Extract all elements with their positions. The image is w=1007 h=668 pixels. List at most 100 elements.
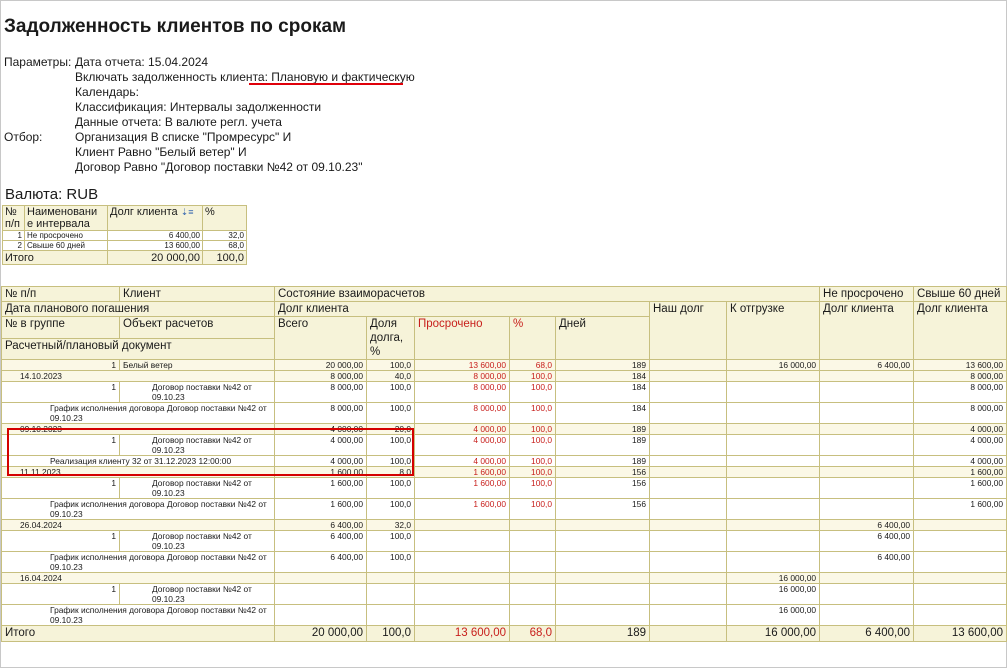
report-title: Задолженность клиентов по срокам [4,16,347,37]
date-group-days: 189 [555,423,650,435]
date-group-overdue: 4 000,00 [414,423,510,435]
summary-col-pct[interactable]: % [202,205,247,231]
date-group-share: 20,0 [366,423,415,435]
summary-col-debt-label: Долг клиента [110,206,178,218]
date-group-row[interactable]: 09.10.2023 4 000,00 20,0 4 000,00 100,0 189 4 … [1,423,1007,435]
grand-total-ourdebt [649,625,727,642]
object-row[interactable]: 1 Договор поставки №42 от 09.10.23 16 000,… [1,583,1007,605]
col-document[interactable]: Расчетный/плановый документ [1,337,275,360]
currency-label: Валюта: RUB [5,186,99,203]
date-group-row[interactable]: 11.11.2023 1 600,00 8,0 1 600,00 100,0 156 1 6… [1,466,1007,478]
date-group-row[interactable]: 14.10.2023 8 000,00 40,0 8 000,00 100,0 184 8 … [1,370,1007,382]
col-overdue-pct[interactable]: % [509,316,556,360]
object-row-notdue: 6 400,00 [819,530,915,552]
summary-col-np[interactable]: № п/п [2,205,25,231]
date-group-overdue [414,572,510,584]
param-date: Дата отчета: 15.04.2024 [75,55,209,69]
col-in-group[interactable]: № в группе [1,316,120,339]
client-row-toship: 16 000,00 [725,359,821,371]
col-state[interactable]: Состояние взаиморасчетов [273,286,821,302]
date-group-row[interactable]: 26.04.2024 6 400,00 32,0 6 400,00 [1,519,1007,531]
date-group-ourdebt [649,466,727,478]
object-row[interactable]: 1 Договор поставки №42 от 09.10.23 4 000,0… [1,434,1007,456]
filter-client: Клиент Равно "Белый ветер" И [75,145,247,159]
client-row-total: 20 000,00 [274,359,367,371]
date-group-pct: 100,0 [509,370,556,382]
document-row[interactable]: График исполнения договора Договор поста… [1,551,1007,573]
document-row-toship: 16 000,00 [725,604,821,626]
summary-row-pct: 32,0 [202,230,247,241]
summary-row: 2 Свыше 60 дней 13 600,00 68,0 [2,240,247,251]
document-row-name: График исполнения договора Договор поста… [1,498,275,520]
col-over60-debt[interactable]: Долг клиента [913,301,1007,360]
col-over60[interactable]: Свыше 60 дней [913,286,1007,302]
document-row[interactable]: Реализация клиенту 32 от 31.12.2023 12:0… [1,455,1007,467]
summary-table: № п/п Наименовани е интервала Долг клиен… [2,205,247,265]
date-group-pct: 100,0 [509,423,556,435]
col-our-debt[interactable]: Наш долг [649,301,727,360]
date-group-row[interactable]: 16.04.2024 16 000,00 [1,572,1007,584]
document-row-days: 156 [555,498,650,520]
document-row-over60: 1 600,00 [913,498,1007,520]
object-row-total: 8 000,00 [274,381,367,403]
sort-desc-icon[interactable]: ⇣≡ [181,207,194,217]
object-row-over60: 1 600,00 [913,477,1007,499]
date-group-days [555,519,650,531]
param-data: Данные отчета: В валюте регл. учета [75,115,282,129]
grand-total-share: 100,0 [366,625,415,642]
main-report-table: № п/п Клиент Состояние взаиморасчетов Не… [1,286,1007,642]
object-row-notdue [819,381,915,403]
object-row-share: 100,0 [366,434,415,456]
col-days[interactable]: Дней [555,316,650,360]
highlight-underline [249,83,403,85]
object-row-toship [725,381,821,403]
document-row-pct [509,551,556,573]
date-group-over60 [913,572,1007,584]
client-row-n: 1 [1,359,120,371]
col-client[interactable]: Клиент [119,286,275,302]
object-row[interactable]: 1 Договор поставки №42 от 09.10.23 1 600,0… [1,477,1007,499]
document-row-total: 1 600,00 [274,498,367,520]
col-overdue[interactable]: Просрочено [414,316,510,360]
col-client-debt[interactable]: Долг клиента [274,301,650,317]
object-row[interactable]: 1 Договор поставки №42 от 09.10.23 8 000,0… [1,381,1007,403]
filter-label: Отбор: [4,130,43,144]
col-object[interactable]: Объект расчетов [119,316,275,339]
col-notdue-debt[interactable]: Долг клиента [819,301,915,360]
document-row-name: График исполнения договора Договор поста… [1,402,275,424]
client-row[interactable]: 1 Белый ветер 20 000,00 100,0 13 600,00 68,0 1… [1,359,1007,371]
summary-col-debt[interactable]: Долг клиента ⇣≡ [107,205,203,231]
object-row-n: 1 [1,381,120,403]
date-group-notdue: 6 400,00 [819,519,915,531]
object-row-name: Договор поставки №42 от 09.10.23 [119,530,275,552]
object-row-over60: 4 000,00 [913,434,1007,456]
grand-total-row[interactable]: Итого 20 000,00 100,0 13 600,00 68,0 189 16 00… [1,625,1007,642]
col-plan-date[interactable]: Дата планового погашения [1,301,275,317]
col-notdue[interactable]: Не просрочено [819,286,915,302]
object-row-pct [509,530,556,552]
document-row-notdue [819,455,915,467]
object-row-overdue [414,583,510,605]
summary-col-name[interactable]: Наименовани е интервала [24,205,108,231]
object-row[interactable]: 1 Договор поставки №42 от 09.10.23 6 400,0… [1,530,1007,552]
date-group-toship [725,466,821,478]
col-to-ship[interactable]: К отгрузке [725,301,821,360]
object-row-ourdebt [649,530,727,552]
col-np[interactable]: № п/п [1,286,120,302]
object-row-n: 1 [1,583,120,605]
col-total[interactable]: Всего [274,316,367,360]
document-row[interactable]: График исполнения договора Договор поста… [1,604,1007,626]
document-row[interactable]: График исполнения договора Договор поста… [1,402,1007,424]
object-row-days [555,583,650,605]
document-row-overdue: 8 000,00 [414,402,510,424]
document-row-notdue [819,498,915,520]
object-row-pct: 100,0 [509,477,556,499]
date-group-toship: 16 000,00 [725,572,821,584]
document-row-days: 189 [555,455,650,467]
summary-total-pct: 100,0 [202,250,247,265]
document-row-share: 100,0 [366,551,415,573]
col-share[interactable]: Доля долга, % [366,316,415,360]
grand-total-total: 20 000,00 [274,625,367,642]
date-group-pct [509,519,556,531]
document-row[interactable]: График исполнения договора Договор поста… [1,498,1007,520]
